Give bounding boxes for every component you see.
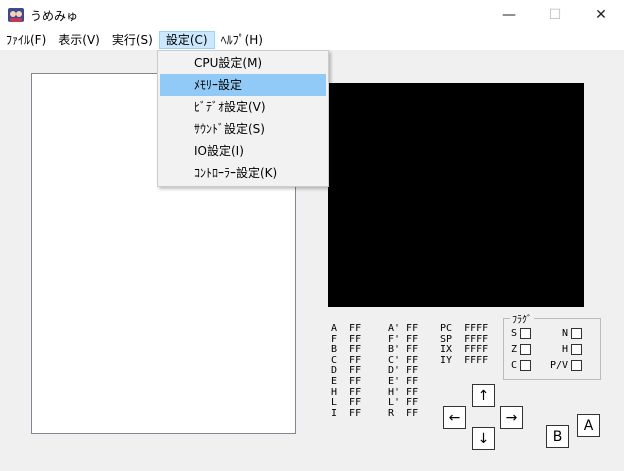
flag-z-checkbox[interactable]	[520, 344, 532, 355]
menu-item-io-settings[interactable]: IO設定(I)	[160, 140, 326, 162]
flag-z: Z	[511, 344, 532, 355]
menu-run[interactable]: 実行(S)	[106, 31, 159, 49]
dpad-up-button[interactable]: ↑	[472, 384, 495, 407]
minimize-button[interactable]: —	[486, 0, 532, 30]
close-button[interactable]: ✕	[578, 0, 624, 30]
maximize-button[interactable]: ☐	[532, 0, 578, 30]
flag-n: N	[562, 328, 583, 339]
menu-settings[interactable]: 設定(C)	[158, 31, 215, 49]
flag-z-label: Z	[511, 344, 518, 355]
menu-view[interactable]: 表示(V)	[52, 31, 106, 49]
dpad-down-button[interactable]: ↓	[472, 427, 495, 450]
emulator-screen	[328, 83, 584, 307]
app-icon	[8, 8, 24, 22]
dpad-left-button[interactable]: ←	[443, 406, 466, 429]
wide-registers: PC FFFF SP FFFF IX FFFF IY FFFF	[440, 323, 489, 366]
flag-s: S	[511, 328, 532, 339]
flag-c-label: C	[511, 360, 518, 371]
menu-item-cpu-settings[interactable]: CPU設定(M)	[160, 52, 326, 74]
title-bar: うめみゅ — ☐ ✕	[0, 0, 624, 30]
flag-pv-label: P/V	[550, 360, 569, 371]
menu-item-memory-settings[interactable]: ﾒﾓﾘｰ設定	[160, 74, 326, 96]
flag-h-checkbox[interactable]	[571, 344, 583, 355]
flag-c: C	[511, 360, 532, 371]
settings-dropdown-menu: CPU設定(M) ﾒﾓﾘｰ設定 ﾋﾞﾃﾞｵ設定(V) ｻｳﾝﾄﾞ設定(S) IO…	[157, 50, 329, 187]
flag-pv: P/V	[550, 360, 583, 371]
menu-item-video-settings[interactable]: ﾋﾞﾃﾞｵ設定(V)	[160, 96, 326, 118]
main-registers: A FF F FF B FF C FF D FF E FF H FF L FF …	[331, 323, 362, 419]
menu-bar: ﾌｧｲﾙ(F) 表示(V) 実行(S) 設定(C) ﾍﾙﾌﾟ(H)	[0, 30, 624, 50]
shadow-registers: A' FF F' FF B' FF C' FF D' FF E' FF H' F…	[388, 323, 419, 419]
menu-item-sound-settings[interactable]: ｻｳﾝﾄﾞ設定(S)	[160, 118, 326, 140]
flag-pv-checkbox[interactable]	[571, 360, 583, 371]
flags-group: ﾌﾗｸﾞ S Z C N H P/V	[503, 311, 601, 380]
a-button[interactable]: A	[577, 414, 600, 437]
flag-c-checkbox[interactable]	[520, 360, 532, 371]
flags-title: ﾌﾗｸﾞ	[510, 311, 534, 326]
flag-h: H	[562, 344, 583, 355]
flag-s-checkbox[interactable]	[520, 328, 532, 339]
flag-h-label: H	[562, 344, 569, 355]
flag-n-checkbox[interactable]	[571, 328, 583, 339]
dpad-right-button[interactable]: →	[500, 406, 523, 429]
menu-item-controller-settings[interactable]: ｺﾝﾄﾛｰﾗｰ設定(K)	[160, 162, 326, 184]
b-button[interactable]: B	[546, 425, 569, 448]
menu-help[interactable]: ﾍﾙﾌﾟ(H)	[215, 31, 269, 49]
menu-file[interactable]: ﾌｧｲﾙ(F)	[0, 31, 52, 49]
window-title: うめみゅ	[30, 9, 79, 23]
flag-s-label: S	[511, 328, 518, 339]
flag-n-label: N	[562, 328, 569, 339]
